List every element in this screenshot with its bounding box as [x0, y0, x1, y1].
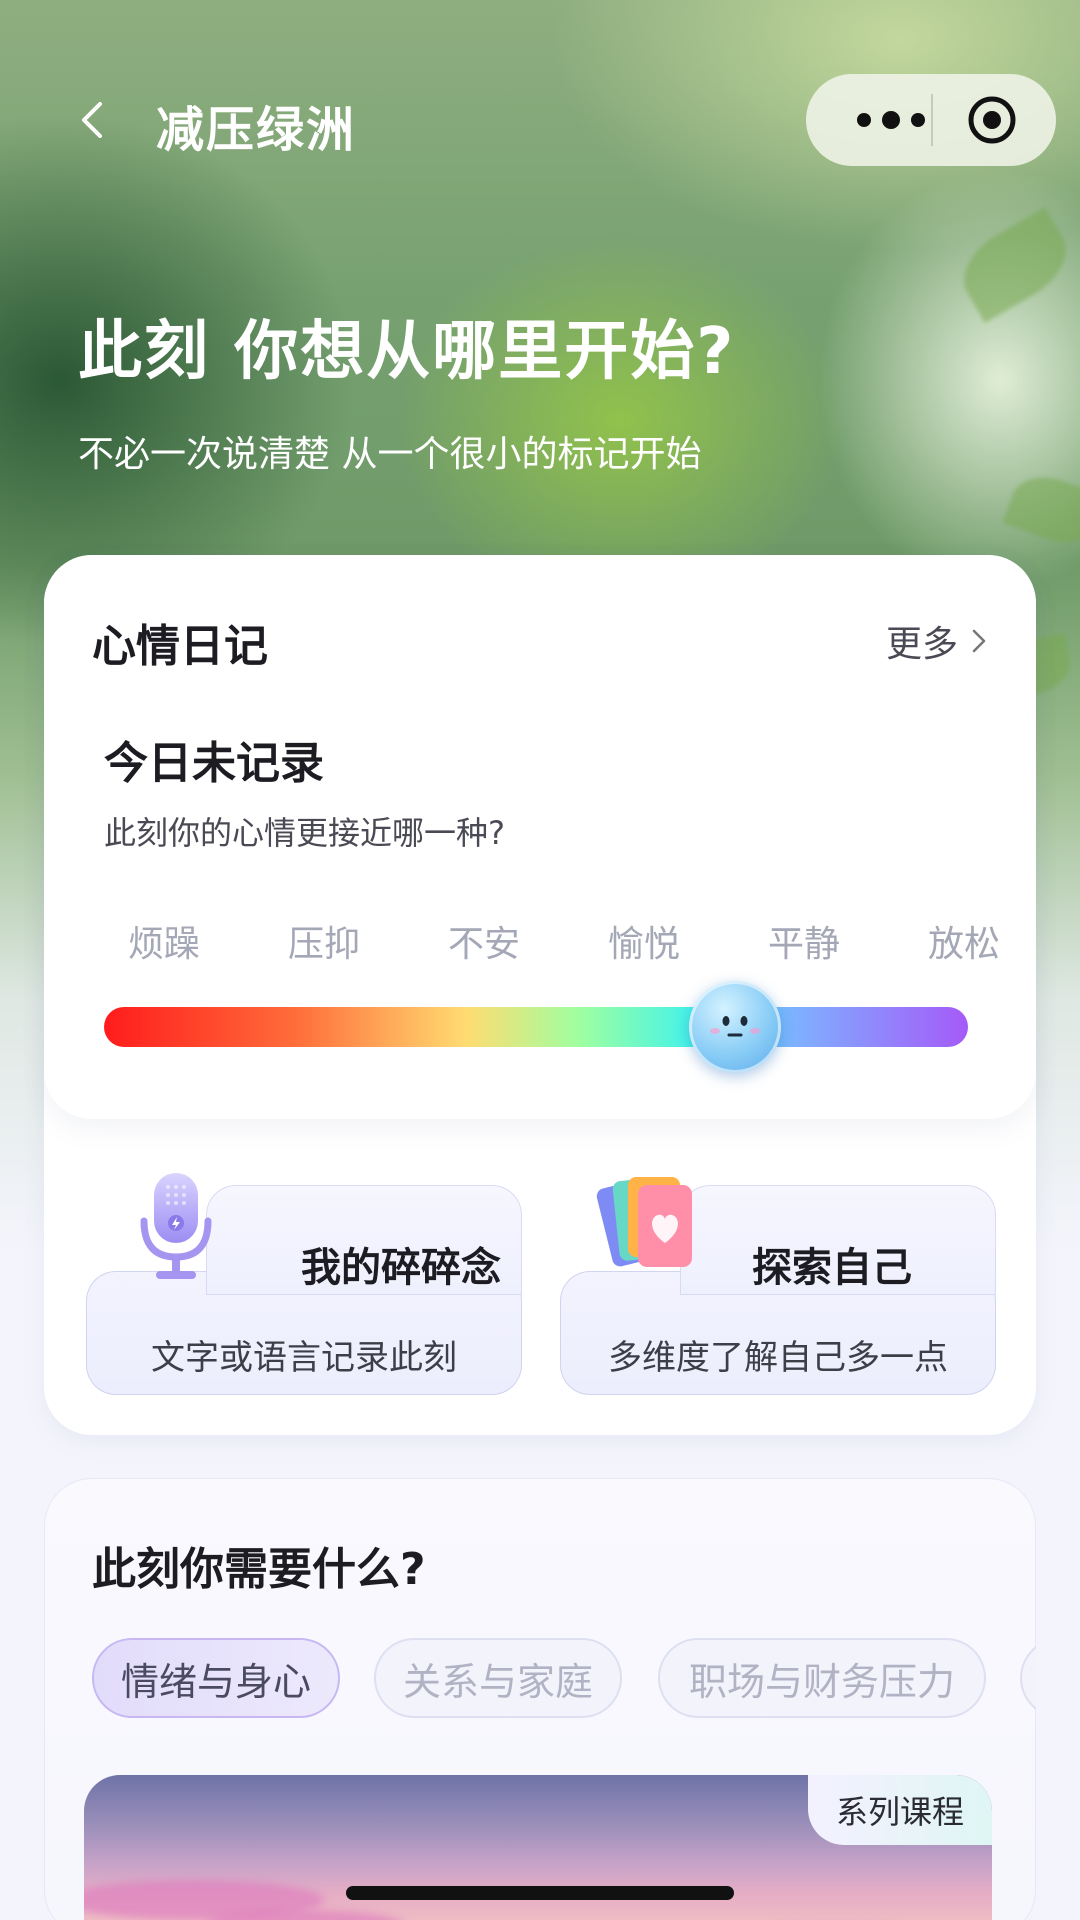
murmur-entry-card[interactable]: 我的碎碎念 文字或语言记录此刻: [86, 1173, 522, 1395]
mood-label[interactable]: 不安: [424, 915, 544, 967]
needs-title: 此刻你需要什么?: [92, 1544, 426, 1595]
chevron-right-icon: [972, 629, 986, 653]
today-status: 今日未记录: [104, 738, 324, 789]
category-chips: 情绪与身心 关系与家庭 职场与财务压力: [92, 1638, 1036, 1718]
mood-diary-card: 心情日记 更多 今日未记录 此刻你的心情更接近哪一种? 烦躁 压抑 不安 愉悦 …: [44, 555, 1036, 1435]
mood-slider-thumb[interactable]: [688, 981, 781, 1073]
more-link[interactable]: 更多: [886, 615, 988, 667]
course-badge: 系列课程: [808, 1775, 992, 1845]
mood-label[interactable]: 烦躁: [104, 915, 224, 967]
chip-next[interactable]: [1020, 1638, 1036, 1718]
heart-cards-icon: [596, 1177, 692, 1267]
mood-diary-panel: 心情日记 更多 今日未记录 此刻你的心情更接近哪一种? 烦躁 压抑 不安 愉悦 …: [44, 555, 1036, 1119]
capsule-divider: [931, 94, 933, 146]
hero-subline: 不必一次说清楚 从一个很小的标记开始: [78, 434, 702, 475]
mood-diary-title: 心情日记: [92, 621, 268, 672]
chip-relationship[interactable]: 关系与家庭: [374, 1638, 622, 1718]
entry-title: 我的碎碎念: [301, 1245, 501, 1291]
page-title: 减压绿洲: [156, 102, 357, 158]
top-nav: 减压绿洲: [0, 60, 1080, 180]
neutral-face-icon: [709, 1016, 760, 1037]
entry-desc: 多维度了解自己多一点: [608, 1338, 948, 1378]
mood-prompt: 此刻你的心情更接近哪一种?: [104, 814, 505, 852]
explore-entry-card[interactable]: 探索自己 多维度了解自己多一点: [560, 1177, 996, 1395]
chip-emotion[interactable]: 情绪与身心: [92, 1638, 340, 1718]
mood-label[interactable]: 愉悦: [584, 915, 704, 967]
mood-slider-track[interactable]: [104, 1007, 968, 1047]
mood-label[interactable]: 放松: [904, 915, 1024, 967]
mini-program-capsule: [806, 74, 1056, 166]
microphone-icon: [140, 1173, 212, 1279]
target-circle-icon[interactable]: [966, 94, 1018, 146]
home-indicator: [346, 1886, 734, 1900]
hero-headline: 此刻 你想从哪里开始?: [78, 315, 736, 389]
chip-work-finance[interactable]: 职场与财务压力: [658, 1638, 986, 1718]
more-dots-icon[interactable]: [846, 102, 936, 138]
mood-label[interactable]: 平静: [744, 915, 864, 967]
entry-title: 探索自己: [752, 1245, 912, 1291]
chevron-left-icon[interactable]: [72, 100, 112, 140]
mood-label[interactable]: 压抑: [264, 915, 384, 967]
mood-labels: 烦躁 压抑 不安 愉悦 平静 放松: [104, 915, 1000, 967]
more-link-label: 更多: [885, 624, 958, 665]
entry-desc: 文字或语言记录此刻: [151, 1338, 457, 1378]
needs-card: 此刻你需要什么? 情绪与身心 关系与家庭 职场与财务压力 系列课程: [44, 1478, 1036, 1920]
